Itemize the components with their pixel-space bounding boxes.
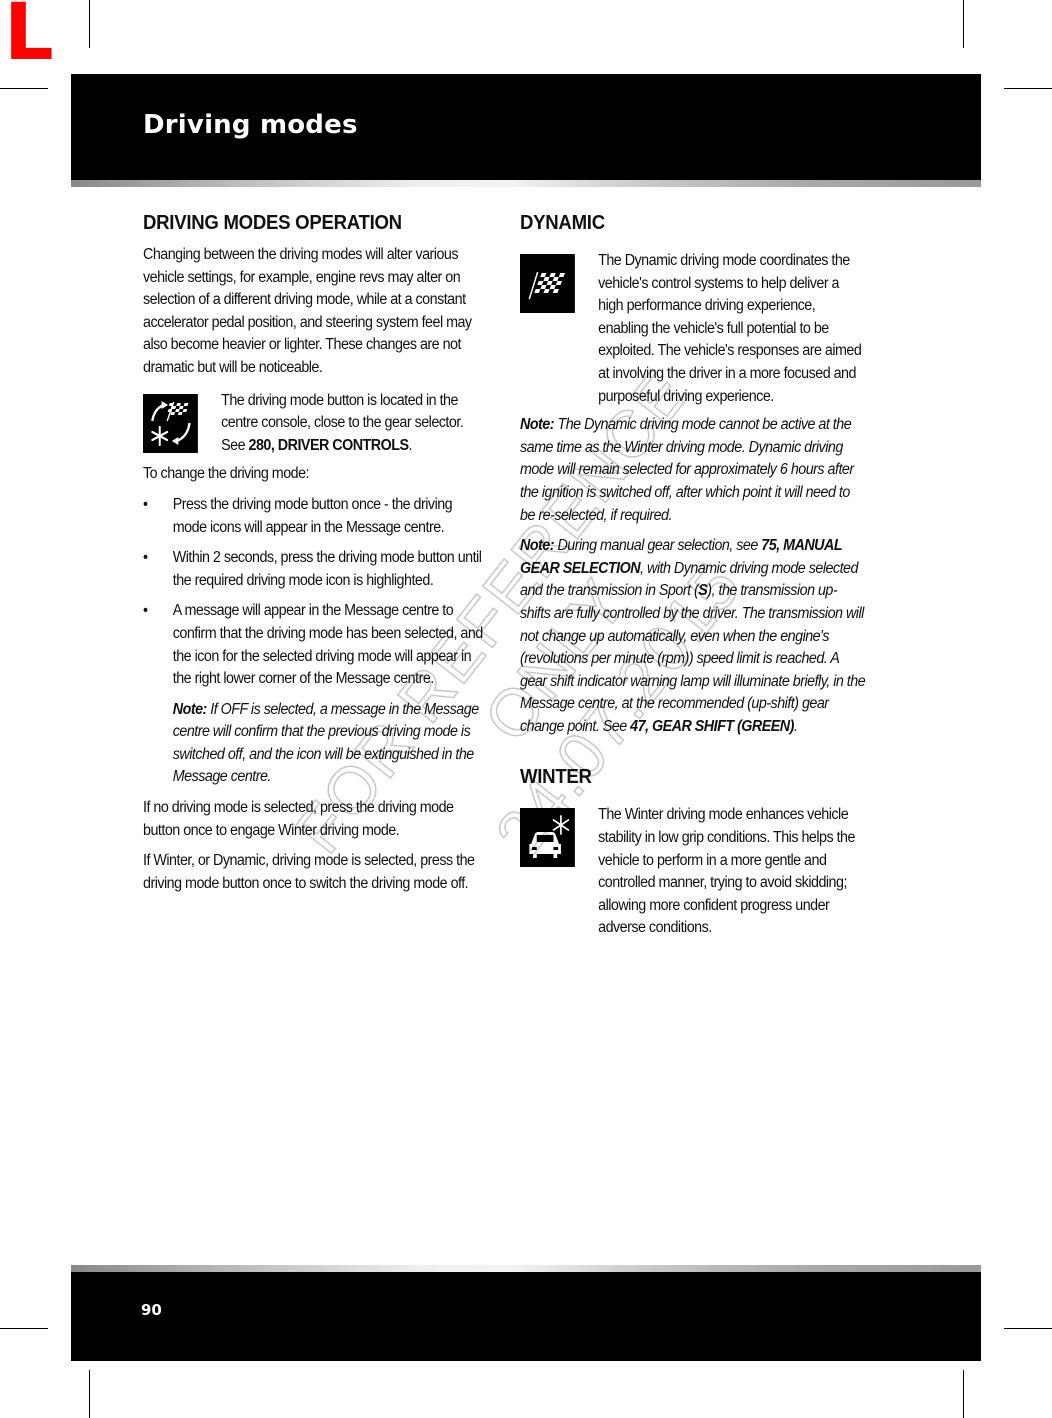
dynamic-info-block: The Dynamic driving mode coordinates the… [520, 250, 866, 408]
paragraph-no-mode-selected: If no driving mode is selected, press th… [143, 799, 454, 839]
button-info-text: The driving mode button is located in th… [221, 391, 464, 454]
note-dynamic-winter: Note: The Dynamic driving mode cannot be… [520, 416, 854, 524]
list-item: • Press the driving mode button once - th… [143, 495, 453, 536]
crop-mark [0, 88, 48, 89]
dynamic-description: The Dynamic driving mode coordinates the… [598, 252, 862, 405]
page-header: Driving modes [71, 74, 981, 180]
note-manual-gear: Note: During manual gear selection, see … [520, 537, 866, 735]
intro-paragraph: Changing between the driving modes will … [143, 246, 472, 376]
section-heading-winter: WINTER [520, 766, 592, 789]
cross-reference-link[interactable]: 47, GEAR SHIFT (GREEN) [630, 718, 794, 735]
list-item: • A message will appear in the Message ce… [143, 602, 483, 688]
corner-marker: L [4, 0, 54, 78]
crop-mark [1004, 1328, 1052, 1329]
button-info-block: The driving mode button is located in th… [143, 390, 489, 458]
crop-mark [963, 0, 964, 48]
crop-mark [0, 1328, 48, 1329]
section-heading-driving-modes-operation: DRIVING MODES OPERATION [143, 212, 402, 234]
winter-info-block: The Winter driving mode enhances vehicle… [520, 804, 866, 940]
list-item: • Within 2 seconds, press the driving mod… [143, 549, 482, 589]
winter-car-snowflake-icon [520, 808, 575, 868]
checkered-flag-icon [520, 254, 575, 313]
driving-mode-button-icon [143, 393, 198, 453]
steps-list: • Press the driving mode button once - th… [143, 494, 489, 691]
crop-mark [1004, 88, 1052, 89]
section-heading-dynamic: DYNAMIC [520, 212, 605, 234]
note-off-selected: Note: If OFF is selected, a message in t… [172, 700, 479, 786]
crop-mark [89, 1370, 90, 1418]
page-footer: 90 [71, 1272, 981, 1361]
bullet: • [143, 602, 148, 620]
page-title: Driving modes [143, 110, 358, 140]
header-gradient-bar [71, 180, 981, 187]
cross-reference-link[interactable]: 280, DRIVER CONTROLS [249, 437, 409, 454]
left-column: DRIVING MODES OPERATION Changing between… [143, 210, 489, 903]
bullet: • [143, 495, 148, 513]
bullet: • [143, 549, 148, 567]
crop-mark [89, 0, 90, 48]
page-number: 90 [141, 1301, 162, 1319]
crop-mark [963, 1370, 964, 1418]
footer-gradient-bar [71, 1265, 981, 1272]
winter-description: The Winter driving mode enhances vehicle… [598, 806, 855, 937]
right-column: DYNAMIC The Dynamic driving mode coordin… [520, 210, 866, 946]
paragraph-switch-off: If Winter, or Dynamic, driving mode is s… [143, 852, 475, 892]
steps-intro: To change the driving mode: [143, 465, 310, 483]
